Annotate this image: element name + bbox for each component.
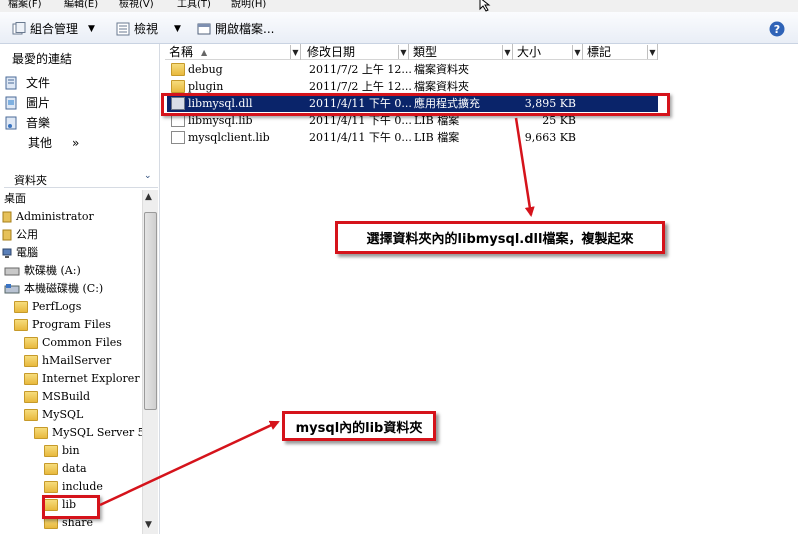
callout-lib-folder: mysql內的lib資料夾 [282,411,436,441]
annotation-arrows [99,117,535,507]
callout-copy-dll: 選擇資料夾內的libmysql.dll檔案，複製起來 [335,221,665,254]
